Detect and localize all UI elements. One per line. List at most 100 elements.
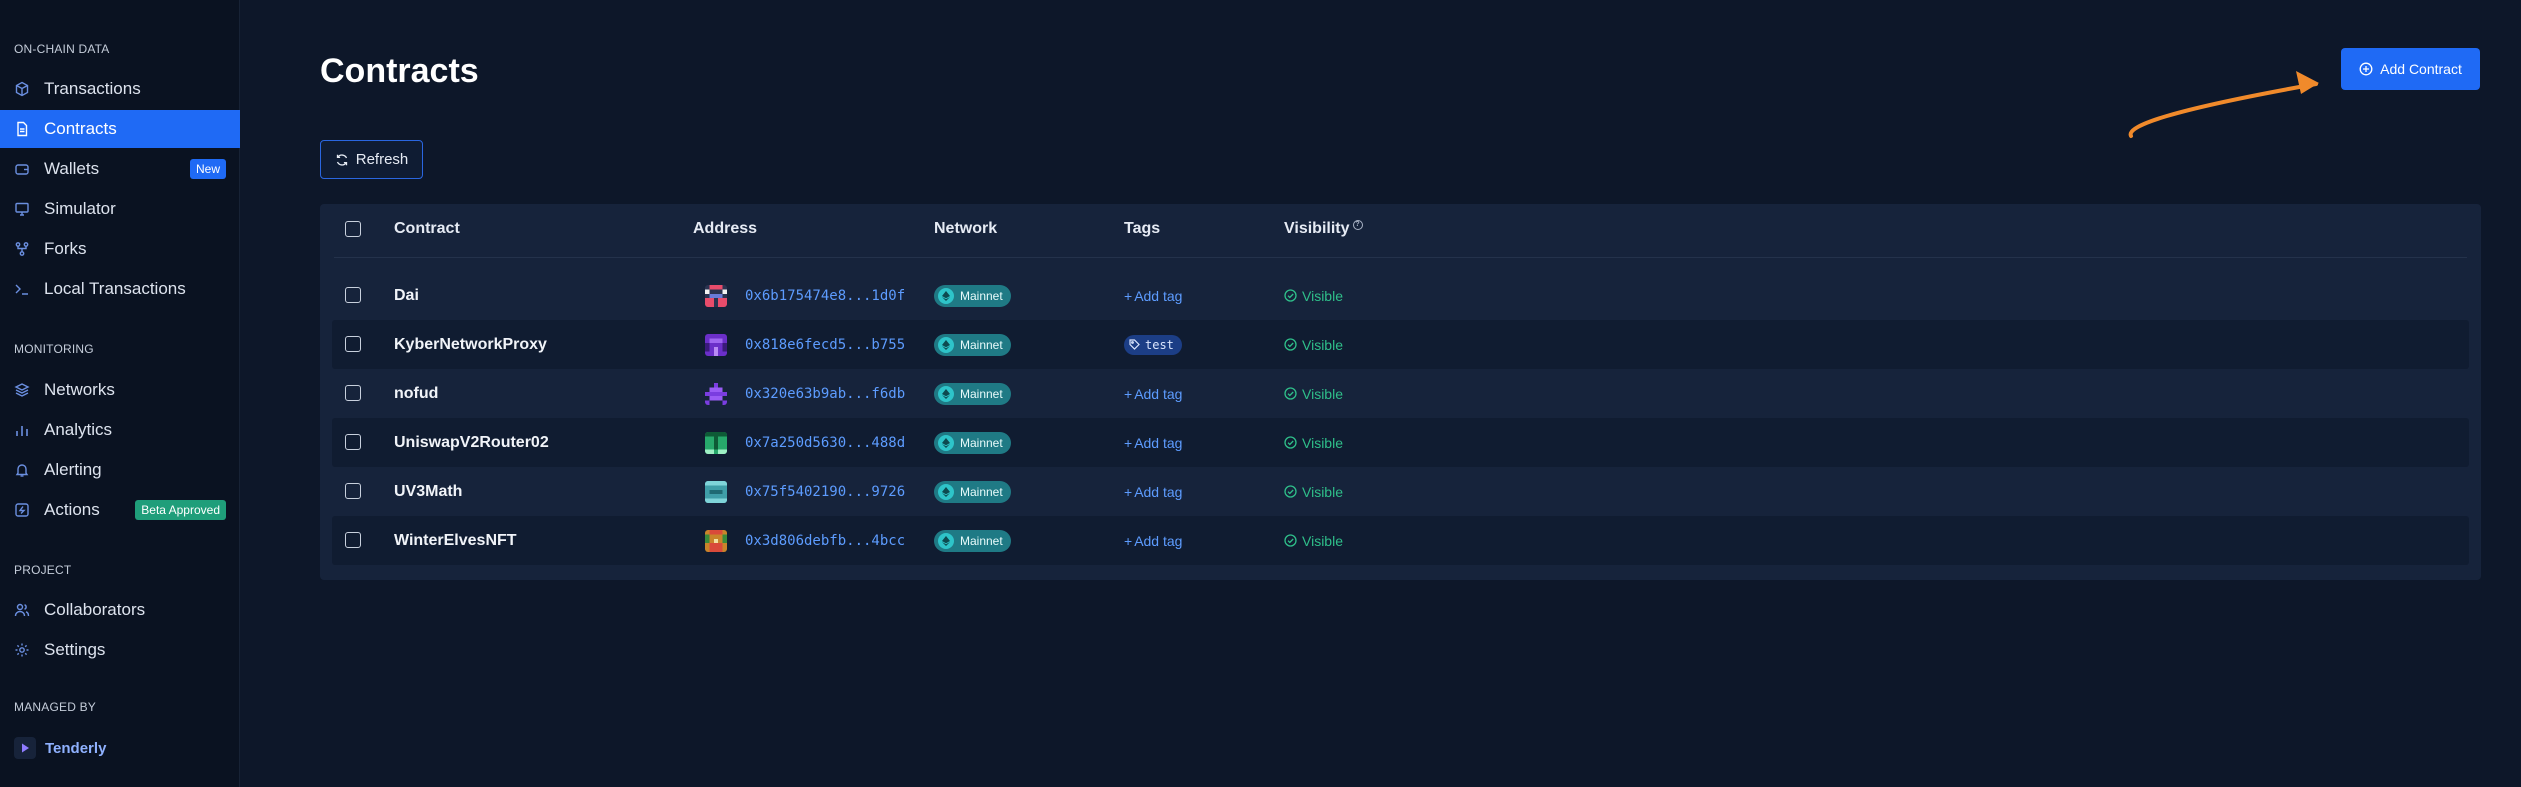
- add-contract-label: Add Contract: [2380, 61, 2462, 77]
- add-tag-link[interactable]: + Add tag: [1124, 533, 1182, 549]
- plus-icon: +: [1124, 483, 1133, 500]
- sidebar-item-simulator[interactable]: Simulator: [0, 190, 240, 228]
- sidebar-item-actions[interactable]: Actions Beta Approved: [0, 491, 240, 529]
- sidebar-item-analytics[interactable]: Analytics: [0, 411, 240, 449]
- contract-address[interactable]: 0x75f5402190...9726: [705, 467, 905, 516]
- contract-name[interactable]: KyberNetworkProxy: [394, 320, 547, 369]
- page-title: Contracts: [320, 52, 479, 90]
- contract-name[interactable]: WinterElvesNFT: [394, 516, 517, 565]
- select-all-checkbox[interactable]: [345, 221, 361, 237]
- contract-address[interactable]: 0x320e63b9ab...f6db: [705, 369, 905, 418]
- visibility-label: Visible: [1302, 385, 1343, 402]
- table-row[interactable]: UV3Math 0x75f5402190...9726 Mainnet + Add…: [332, 467, 2469, 516]
- row-checkbox[interactable]: [345, 336, 361, 352]
- check-circle-icon: [1284, 338, 1297, 351]
- sidebar-item-transactions[interactable]: Transactions: [0, 70, 240, 108]
- address-text: 0x818e6fecd5...b755: [745, 336, 906, 353]
- visibility-status[interactable]: Visible: [1284, 320, 1343, 369]
- column-header-tags: Tags: [1124, 220, 1161, 237]
- sidebar-item-label: Wallets: [44, 159, 100, 178]
- sidebar-item-collaborators[interactable]: Collaborators: [0, 591, 240, 629]
- tags-cell[interactable]: test: [1124, 320, 1182, 369]
- beta-approved-badge: Beta Approved: [135, 500, 226, 520]
- wallet-icon: [14, 161, 30, 177]
- table-row[interactable]: KyberNetworkProxy 0x818e6fecd5...b755 Ma…: [332, 320, 2469, 369]
- tag-badge[interactable]: test: [1124, 334, 1182, 355]
- refresh-button[interactable]: Refresh: [320, 140, 423, 179]
- contract-name[interactable]: Dai: [394, 271, 419, 320]
- row-checkbox[interactable]: [345, 483, 361, 499]
- add-tag-link[interactable]: + Add tag: [1124, 386, 1182, 402]
- plus-icon: +: [1124, 385, 1133, 402]
- table-row[interactable]: Dai 0x6b175474e8...1d0f Mainnet + Add tag…: [332, 271, 2469, 320]
- contracts-table: Contract Address Network Tags Visibility…: [320, 204, 2481, 580]
- sidebar-item-local-transactions[interactable]: Local Transactions: [0, 270, 240, 308]
- address-text: 0x7a250d5630...488d: [745, 434, 906, 451]
- add-tag-link[interactable]: + Add tag: [1124, 435, 1182, 451]
- contract-address[interactable]: 0x3d806debfb...4bcc: [705, 516, 905, 565]
- identicon-icon: [705, 382, 727, 405]
- help-icon[interactable]: ?: [1352, 220, 1363, 230]
- contract-address[interactable]: 0x6b175474e8...1d0f: [705, 271, 905, 320]
- ethereum-icon: [938, 385, 954, 402]
- add-tag-label: Add tag: [1134, 434, 1183, 451]
- network-cell: Mainnet: [934, 271, 1011, 320]
- tenderly-brand-link[interactable]: Tenderly: [14, 737, 106, 759]
- table-row[interactable]: UniswapV2Router02 0x7a250d5630...488d Ma…: [332, 418, 2469, 467]
- table-row[interactable]: nofud 0x320e63b9ab...f6db Mainnet + Add t…: [332, 369, 2469, 418]
- sidebar-item-contracts[interactable]: Contracts: [0, 110, 240, 148]
- table-row[interactable]: WinterElvesNFT 0x3d806debfb...4bcc Mainn…: [332, 516, 2469, 565]
- visibility-status[interactable]: Visible: [1284, 271, 1343, 320]
- tags-cell[interactable]: + Add tag: [1124, 516, 1182, 565]
- tags-cell[interactable]: + Add tag: [1124, 369, 1182, 418]
- row-checkbox[interactable]: [345, 385, 361, 401]
- visibility-status[interactable]: Visible: [1284, 418, 1343, 467]
- sidebar-item-label: Settings: [44, 640, 106, 659]
- identicon-icon: [705, 284, 727, 307]
- row-checkbox[interactable]: [345, 532, 361, 548]
- visibility-label: Visible: [1302, 336, 1343, 353]
- monitor-icon: [14, 201, 30, 217]
- add-tag-link[interactable]: + Add tag: [1124, 288, 1182, 304]
- column-header-address: Address: [693, 220, 758, 237]
- sidebar-item-label: Alerting: [44, 460, 102, 479]
- sidebar-item-label: Collaborators: [44, 600, 146, 619]
- check-circle-icon: [1284, 436, 1297, 449]
- sidebar-item-settings[interactable]: Settings: [0, 631, 240, 669]
- contract-name[interactable]: UV3Math: [394, 467, 462, 516]
- visibility-status[interactable]: Visible: [1284, 516, 1343, 565]
- contract-address[interactable]: 0x818e6fecd5...b755: [705, 320, 905, 369]
- address-text: 0x6b175474e8...1d0f: [745, 287, 906, 304]
- add-tag-link[interactable]: + Add tag: [1124, 484, 1182, 500]
- tags-cell[interactable]: + Add tag: [1124, 418, 1182, 467]
- sidebar-item-label: Networks: [44, 380, 115, 399]
- tags-cell[interactable]: + Add tag: [1124, 467, 1182, 516]
- contract-address[interactable]: 0x7a250d5630...488d: [705, 418, 905, 467]
- sidebar-item-alerting[interactable]: Alerting: [0, 451, 240, 489]
- row-checkbox[interactable]: [345, 434, 361, 450]
- ethereum-icon: [938, 532, 954, 549]
- section-label-managed-by: MANAGED BY: [14, 700, 97, 714]
- sidebar-item-wallets[interactable]: Wallets New: [0, 150, 240, 188]
- add-contract-button[interactable]: Add Contract: [2341, 48, 2480, 90]
- tags-cell[interactable]: + Add tag: [1124, 271, 1182, 320]
- tag-icon: [1129, 339, 1140, 350]
- column-header-contract: Contract: [394, 220, 460, 237]
- column-header-network: Network: [934, 220, 998, 237]
- contract-name[interactable]: nofud: [394, 369, 438, 418]
- sidebar-item-forks[interactable]: Forks: [0, 230, 240, 268]
- add-tag-label: Add tag: [1134, 385, 1183, 402]
- visibility-status[interactable]: Visible: [1284, 369, 1343, 418]
- contract-name[interactable]: UniswapV2Router02: [394, 418, 549, 467]
- network-cell: Mainnet: [934, 418, 1011, 467]
- section-label-on-chain-data: ON-CHAIN DATA: [14, 42, 110, 56]
- visibility-status[interactable]: Visible: [1284, 467, 1343, 516]
- network-label: Mainnet: [960, 288, 1003, 303]
- network-label: Mainnet: [960, 386, 1003, 401]
- ethereum-icon: [938, 336, 954, 353]
- network-badge: Mainnet: [934, 529, 1011, 552]
- ethereum-icon: [938, 287, 954, 304]
- sidebar-item-networks[interactable]: Networks: [0, 371, 240, 409]
- add-tag-label: Add tag: [1134, 287, 1183, 304]
- row-checkbox[interactable]: [345, 287, 361, 303]
